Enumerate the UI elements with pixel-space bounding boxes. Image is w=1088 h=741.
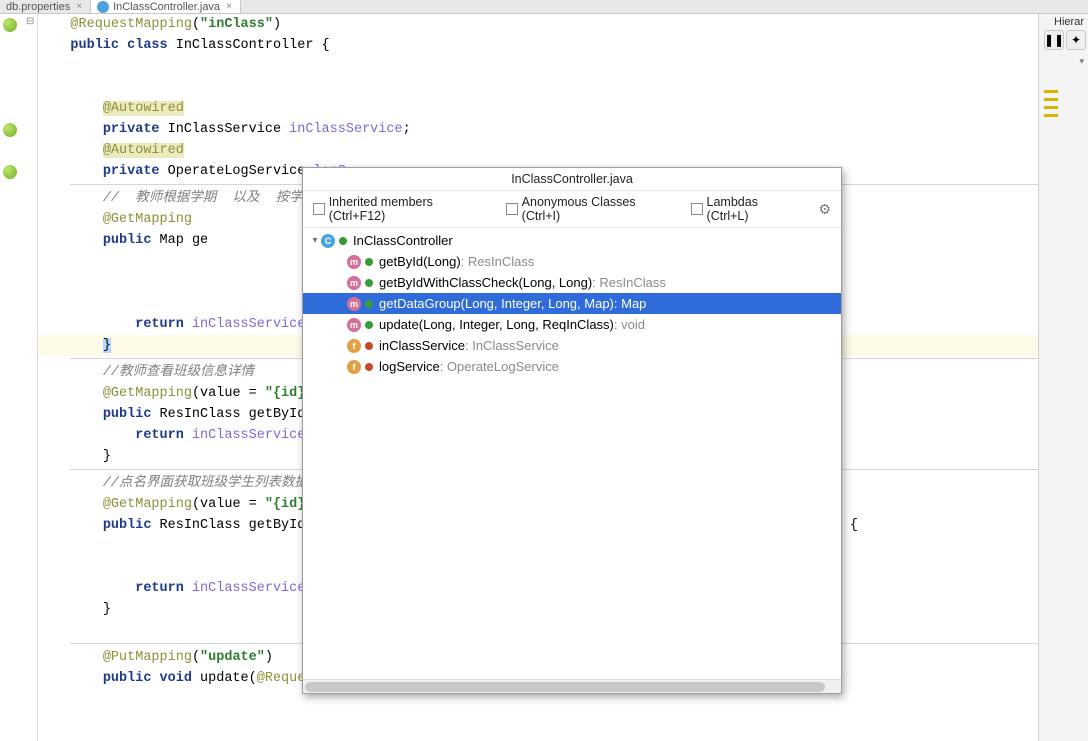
visibility-public-icon <box>365 258 373 266</box>
spring-bean-gutter-icon[interactable] <box>3 165 17 179</box>
code-line[interactable]: @PutMapping("update") <box>38 647 273 668</box>
popup-toolbar: Inherited members (Ctrl+F12) Anonymous C… <box>303 191 841 228</box>
tree-node-method[interactable]: m update(Long, Integer, Long, ReqInClass)… <box>303 314 841 335</box>
code-line[interactable]: public Map ge <box>38 230 208 251</box>
gear-icon[interactable]: ⚙ <box>818 201 831 218</box>
tree-node-return-type: : void <box>614 317 645 332</box>
code-line[interactable]: return inClassService.get <box>38 314 338 335</box>
warning-marker[interactable] <box>1044 98 1058 101</box>
tree-node-label: logService <box>379 359 440 374</box>
file-structure-popup: InClassController.java Inherited members… <box>302 167 842 694</box>
code-line[interactable]: private OperateLogService logS <box>38 161 346 182</box>
tree-node-return-type: : InClassService <box>465 338 559 353</box>
tab-label: InClassController.java <box>113 1 220 13</box>
code-line[interactable]: public ResInClass getByIdWith <box>38 515 338 536</box>
checkbox-icon <box>691 203 703 215</box>
tree-node-method[interactable]: m getById(Long): ResInClass <box>303 251 841 272</box>
code-line[interactable]: private InClassService inClassService; <box>38 119 411 140</box>
tree-node-return-type: : ResInClass <box>592 275 666 290</box>
code-line[interactable]: public ResInClass getById(@Pa <box>38 404 338 425</box>
checkbox-label: Inherited members (Ctrl+F12) <box>329 195 488 223</box>
close-icon[interactable]: × <box>76 1 82 12</box>
chevron-down-icon[interactable]: ▾ <box>1079 56 1084 67</box>
tree-node-label: InClassController <box>353 233 453 248</box>
figure-icon[interactable]: ✦ <box>1066 30 1086 50</box>
tree-node-label: getById(Long) <box>379 254 461 269</box>
right-tool-strip: Hierar ❚❚ ✦ ▾ <box>1038 14 1088 741</box>
inherited-members-checkbox[interactable]: Inherited members (Ctrl+F12) <box>313 195 488 223</box>
tab-label: db.properties <box>6 1 70 13</box>
tree-node-class[interactable]: ▾C InClassController <box>303 230 841 251</box>
visibility-public-icon <box>365 279 373 287</box>
visibility-private-icon <box>365 363 373 371</box>
checkbox-label: Anonymous Classes (Ctrl+I) <box>522 195 673 223</box>
method-icon: m <box>347 318 361 332</box>
code-line[interactable]: @Autowired <box>38 140 184 161</box>
visibility-public-icon <box>365 300 373 308</box>
scrollbar-thumb[interactable] <box>305 682 825 692</box>
pause-icon[interactable]: ❚❚ <box>1044 30 1064 50</box>
tree-node-label: update(Long, Integer, Long, ReqInClass) <box>379 317 614 332</box>
code-line[interactable]: return inClassService.get <box>38 578 338 599</box>
tree-node-label: inClassService <box>379 338 465 353</box>
field-icon: f <box>347 339 361 353</box>
tree-node-return-type: : OperateLogService <box>440 359 559 374</box>
code-line[interactable]: @GetMapping <box>38 209 192 230</box>
popup-title: InClassController.java <box>303 168 841 191</box>
tab-inclasscontroller[interactable]: InClassController.java × <box>91 0 241 13</box>
lambdas-checkbox[interactable]: Lambdas (Ctrl+L) <box>691 195 801 223</box>
checkbox-icon <box>506 203 518 215</box>
structure-tree: ▾CInClassControllermgetById(Long): ResIn… <box>303 228 841 679</box>
checkbox-icon <box>313 203 325 215</box>
hierarchy-tool-button[interactable]: Hierar <box>1050 14 1088 30</box>
code-line[interactable]: //点名界面获取班级学生列表数据 <box>38 473 308 494</box>
tree-node-method[interactable]: m getByIdWithClassCheck(Long, Long): ResI… <box>303 272 841 293</box>
tree-node-label: getByIdWithClassCheck(Long, Long) <box>379 275 592 290</box>
code-line[interactable]: return inClassService.get <box>38 425 338 446</box>
tree-node-label: getDataGroup(Long, Integer, Long, Map) <box>379 296 614 311</box>
tree-node-field[interactable]: f logService: OperateLogService <box>303 356 841 377</box>
spring-bean-gutter-icon[interactable] <box>3 123 17 137</box>
visibility-public-icon <box>339 237 347 245</box>
spring-bean-gutter-icon[interactable] <box>3 18 17 32</box>
code-line[interactable]: @Autowired <box>38 98 184 119</box>
anonymous-classes-checkbox[interactable]: Anonymous Classes (Ctrl+I) <box>506 195 673 223</box>
visibility-private-icon <box>365 342 373 350</box>
tree-node-field[interactable]: f inClassService: InClassService <box>303 335 841 356</box>
tree-node-return-type: : Map <box>614 296 647 311</box>
tree-node-method[interactable]: m getDataGroup(Long, Integer, Long, Map):… <box>303 293 841 314</box>
code-line[interactable]: public class InClassController { <box>38 35 330 56</box>
method-icon: m <box>347 276 361 290</box>
code-line[interactable]: @GetMapping(value = "{id}") <box>38 383 322 404</box>
method-icon: m <box>347 297 361 311</box>
class-icon: C <box>321 234 335 248</box>
field-icon: f <box>347 360 361 374</box>
visibility-public-icon <box>365 321 373 329</box>
warning-marker[interactable] <box>1044 106 1058 109</box>
code-line[interactable]: @GetMapping(value = "{id}/{cl <box>38 494 338 515</box>
code-line[interactable]: @RequestMapping("inClass") <box>38 14 281 35</box>
warning-marker[interactable] <box>1044 114 1058 117</box>
tree-node-return-type: : ResInClass <box>461 254 535 269</box>
java-class-icon <box>97 1 109 13</box>
chevron-down-icon[interactable]: ▾ <box>309 235 321 246</box>
warning-marker[interactable] <box>1044 90 1058 93</box>
code-line[interactable]: //教师查看班级信息详情 <box>38 362 254 383</box>
method-icon: m <box>347 255 361 269</box>
close-icon[interactable]: × <box>226 1 232 12</box>
checkbox-label: Lambdas (Ctrl+L) <box>707 195 801 223</box>
code-line[interactable]: } <box>38 599 111 620</box>
code-line[interactable]: } <box>38 446 111 467</box>
tab-db-properties[interactable]: db.properties × <box>0 0 91 13</box>
editor-tabs: db.properties × InClassController.java × <box>0 0 1088 14</box>
popup-horizontal-scrollbar[interactable] <box>303 679 841 693</box>
fold-gutter: ⊟ <box>24 14 38 741</box>
icon-gutter <box>0 14 24 741</box>
